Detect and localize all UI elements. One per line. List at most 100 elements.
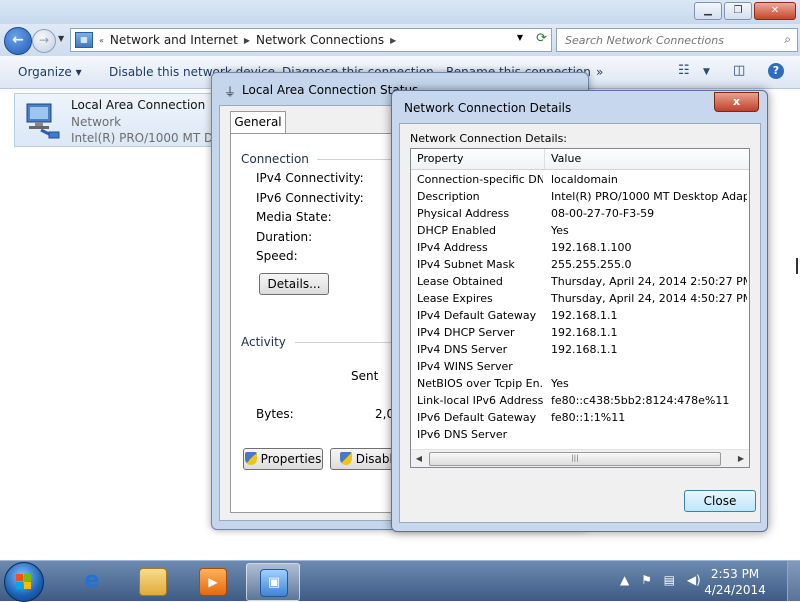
value-cell: 192.168.1.1 [551,309,618,322]
details-listview[interactable]: Property Value Connection-specific DN...… [410,148,750,468]
property-cell: IPv6 Default Gateway [417,411,537,424]
connection-name: Local Area Connection [71,98,206,112]
connection-item[interactable]: Local Area Connection Network Intel(R) P… [14,93,234,147]
bytes-label: Bytes: [256,407,294,421]
details-dialog-title: Network Connection Details [404,101,572,115]
table-row[interactable]: IPv4 DHCP Server 192.168.1.1 [411,324,749,341]
windows-logo-icon [16,574,32,590]
view-dropdown-icon[interactable]: ▼ [703,67,710,77]
table-row[interactable]: Lease Obtained Thursday, April 24, 2014 2… [411,273,749,290]
media-player-icon: ▶ [199,568,227,596]
table-row[interactable]: Connection-specific DN... localdomain [411,171,749,188]
taskbar-media-player[interactable]: ▶ [186,563,238,599]
address-bar-area: ← → ▼ ▦ « Network and Internet ▶ Network… [0,24,800,56]
table-row[interactable]: IPv6 DNS Server [411,426,749,443]
value-cell: 08-00-27-70-F3-59 [551,207,655,220]
table-row[interactable]: IPv4 Address 192.168.1.100 [411,239,749,256]
property-cell: DHCP Enabled [417,224,497,237]
taskbar-windows-explorer[interactable] [126,563,178,599]
address-dropdown-icon[interactable]: ▼ [517,33,523,42]
duration-label: Duration: [256,230,313,244]
search-icon[interactable]: ⌕ [784,32,791,47]
scrollbar-thumb[interactable]: ||| [429,452,721,466]
breadcrumb-network-connections[interactable]: Network Connections [256,33,384,47]
close-icon[interactable]: ✕ [754,2,796,20]
taskbar-network-connections[interactable]: ▣ [246,563,300,601]
property-cell: IPv4 Default Gateway [417,309,537,322]
chevron-right-icon[interactable]: ▶ [244,36,250,45]
value-cell: 192.168.1.1 [551,326,618,339]
details-button[interactable]: Details... [259,273,329,295]
scroll-left-icon[interactable]: ◀ [411,450,427,467]
network-icon[interactable]: ▤ [664,573,675,587]
details-dialog-body: Network Connection Details: Property Val… [399,123,761,523]
table-row[interactable]: IPv4 Subnet Mask 255.255.255.0 [411,256,749,273]
action-center-icon[interactable]: ⚑ [641,573,652,587]
mouse-cursor-icon [796,258,800,274]
column-header-property[interactable]: Property [411,149,545,169]
column-header-value[interactable]: Value [545,149,749,169]
shield-icon [244,452,257,465]
table-row[interactable]: DHCP Enabled Yes [411,222,749,239]
taskbar-internet-explorer[interactable]: e [66,563,118,599]
change-view-icon[interactable]: ☷ [678,63,690,78]
properties-button-label: Properties [260,452,322,466]
value-cell: 192.168.1.1 [551,343,618,356]
refresh-icon[interactable]: ⟳ [536,31,547,46]
property-cell: IPv4 Address [417,241,488,254]
internet-explorer-icon: e [84,568,100,593]
clock-date: 4/24/2014 [704,583,766,597]
property-cell: IPv4 DHCP Server [417,326,515,339]
value-cell: Thursday, April 24, 2014 2:50:27 PM [551,275,747,288]
address-field[interactable]: ▦ « Network and Internet ▶ Network Conne… [70,28,552,52]
property-cell: Connection-specific DN... [417,173,543,186]
clock[interactable]: 2:53 PM 4/24/2014 [690,566,780,598]
minimize-icon[interactable]: ▁ [694,2,722,20]
network-connections-icon: ▣ [260,569,288,597]
property-cell: Link-local IPv6 Address [417,394,543,407]
notification-area: ▲ ⚑ ▤ ◀) [620,573,701,587]
table-row[interactable]: IPv6 Default Gateway fe80::1:1%11 [411,409,749,426]
property-cell: Lease Expires [417,292,493,305]
connection-group-label: Connection [241,152,309,166]
table-row[interactable]: Link-local IPv6 Address fe80::c438:5bb2:8… [411,392,749,409]
help-icon[interactable]: ? [768,63,784,79]
table-row[interactable]: IPv4 Default Gateway 192.168.1.1 [411,307,749,324]
back-button[interactable]: ← [4,27,32,55]
close-icon[interactable]: x [714,92,759,112]
breadcrumb-network-and-internet[interactable]: Network and Internet [110,33,238,47]
search-input[interactable] [563,32,767,48]
value-cell: Yes [551,224,569,237]
scroll-right-icon[interactable]: ▶ [733,450,749,467]
horizontal-scrollbar[interactable]: ◀ ||| ▶ [411,449,749,467]
show-desktop-button[interactable] [787,561,800,601]
preview-pane-icon[interactable]: ◫ [733,63,745,78]
listview-header: Property Value [411,149,749,170]
table-row[interactable]: NetBIOS over Tcpip En... Yes [411,375,749,392]
properties-button[interactable]: Properties [243,448,323,470]
recent-pages-dropdown-icon[interactable]: ▼ [58,34,64,43]
maximize-icon[interactable]: ❐ [724,2,752,20]
connection-network: Network [71,115,122,129]
table-row[interactable]: Physical Address 08-00-27-70-F3-59 [411,205,749,222]
more-commands-button[interactable]: » [596,65,603,79]
search-box[interactable]: ⌕ [556,28,798,52]
tab-general[interactable]: General [230,111,286,134]
close-button[interactable]: Close [684,490,756,512]
table-row[interactable]: Description Intel(R) PRO/1000 MT Desktop … [411,188,749,205]
table-row[interactable]: IPv4 WINS Server [411,358,749,375]
taskbar: e ▶ ▣ ▲ ⚑ ▤ ◀) 2:53 PM 4/24/2014 [0,560,800,602]
start-button[interactable] [4,562,44,602]
breadcrumb-overflow[interactable]: « [99,36,104,45]
table-row[interactable]: Lease Expires Thursday, April 24, 2014 4:… [411,290,749,307]
network-adapter-icon [26,103,60,139]
chevron-right-icon[interactable]: ▶ [390,36,396,45]
table-row[interactable]: IPv4 DNS Server 192.168.1.1 [411,341,749,358]
value-cell: localdomain [551,173,618,186]
forward-button[interactable]: → [32,29,56,53]
show-hidden-icons-icon[interactable]: ▲ [620,573,629,587]
connection-device: Intel(R) PRO/1000 MT Desk [71,131,234,145]
explorer-titlebar: ▁ ❐ ✕ [0,0,800,24]
property-cell: Description [417,190,480,203]
organize-button[interactable]: Organize ▾ [18,65,82,79]
